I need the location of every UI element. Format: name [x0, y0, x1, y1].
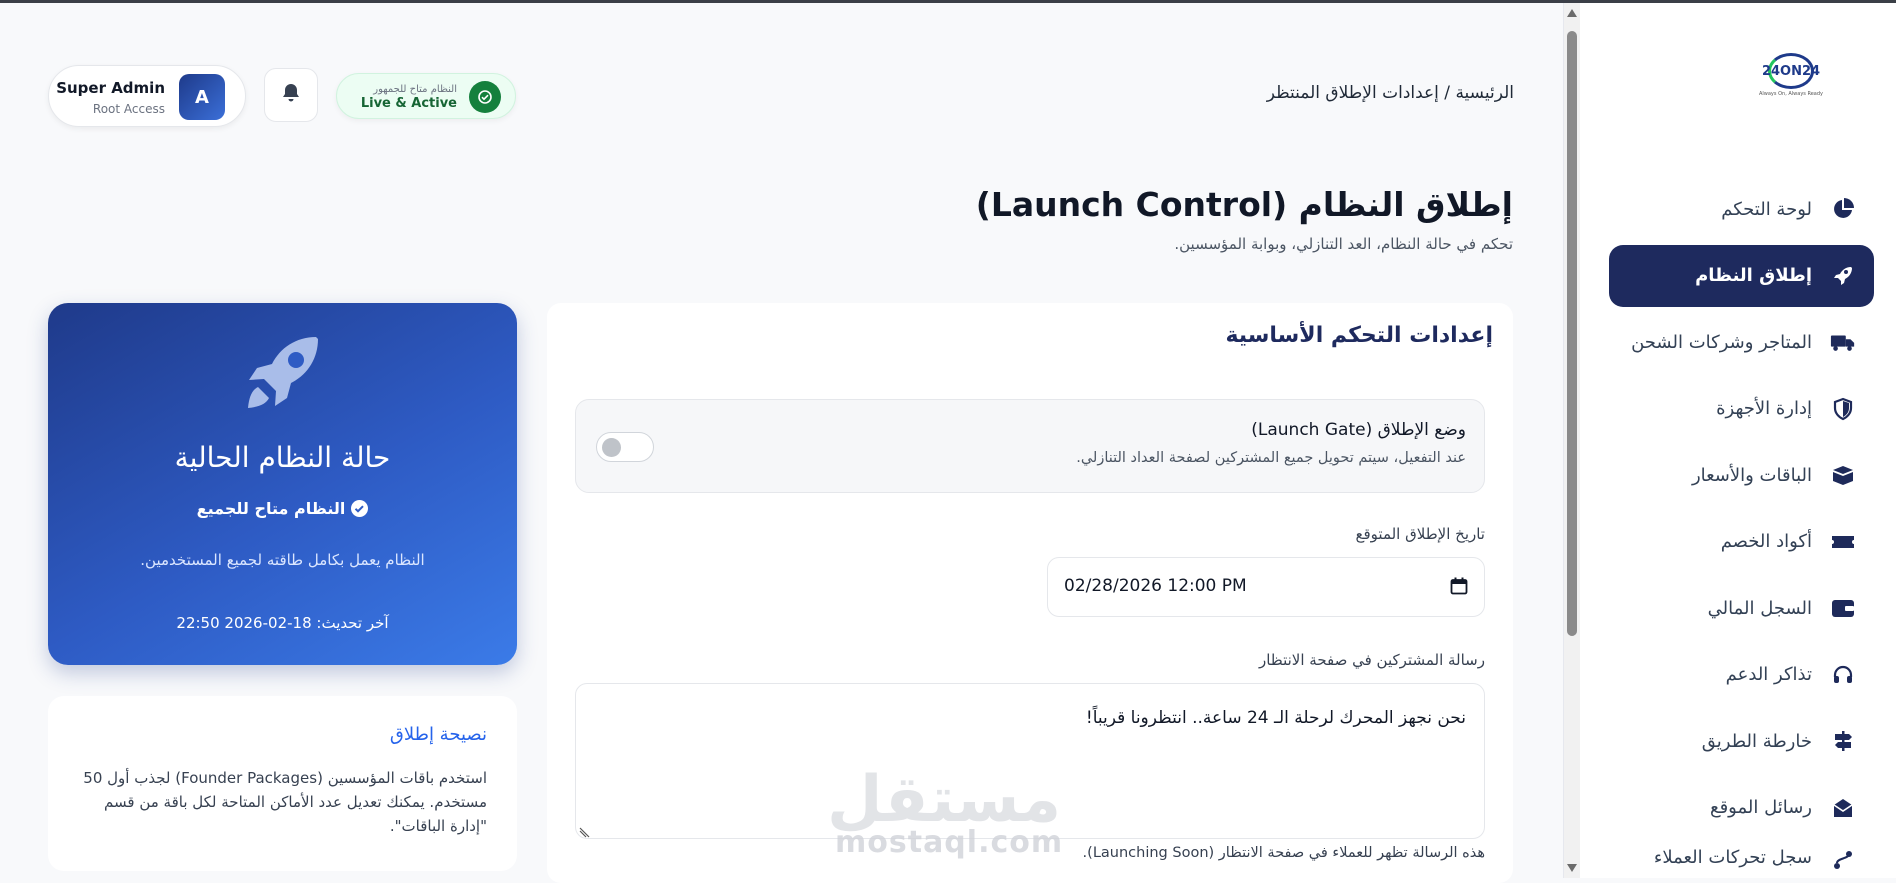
sidebar-item-finance[interactable]: السجل المالي	[1609, 577, 1874, 639]
sidebar-item-label: سجل تحركات العملاء	[1653, 847, 1812, 868]
sidebar-item-label: إطلاق النظام	[1695, 265, 1812, 286]
user-name: Super Admin	[56, 79, 165, 97]
logo[interactable]: 24ON24 Always On, Always Ready	[1756, 53, 1826, 108]
page-title: إطلاق النظام (Launch Control)	[975, 185, 1513, 224]
signpost-icon	[1830, 728, 1856, 754]
route-icon	[1830, 847, 1856, 873]
launch-date-value: 02/28/2026 12:00 PM	[1064, 576, 1247, 596]
shield-icon	[1830, 396, 1856, 422]
sidebar-item-roadmap[interactable]: خارطة الطريق	[1609, 710, 1874, 772]
waiting-message-hint: هذه الرسالة تظهر للعملاء في صفحة الانتظا…	[1082, 845, 1485, 861]
launch-date-label: تاريخ الإطلاق المتوقع	[1355, 525, 1485, 543]
sidebar-item-dashboard[interactable]: لوحة التحكم	[1609, 178, 1874, 240]
status-caption: النظام متاح للجمهور	[373, 84, 457, 95]
user-role: Root Access	[92, 102, 165, 116]
watermark-url: mostaql.com	[835, 825, 1064, 860]
headset-icon	[1830, 662, 1856, 688]
sidebar-item-label: رسائل الموقع	[1710, 797, 1812, 818]
envelope-icon	[1830, 795, 1856, 821]
settings-card-title: إعدادات التحكم الأساسية	[1225, 323, 1493, 348]
page-scrollbar[interactable]	[1564, 3, 1580, 878]
calendar-icon[interactable]	[1450, 577, 1468, 595]
app-root: 24ON24 Always On, Always Ready لوحة التح…	[0, 3, 1896, 883]
rocket-icon	[1830, 263, 1856, 289]
breadcrumb[interactable]: الرئيسية / إعدادات الإطلاق المنتظر	[1267, 83, 1514, 103]
resize-grip-icon[interactable]	[578, 824, 590, 838]
sidebar-item-label: أكواد الخصم	[1720, 531, 1812, 552]
sidebar-item-packages[interactable]: الباقات والأسعار	[1609, 444, 1874, 506]
logo-text: 24ON24	[1761, 63, 1821, 79]
sidebar-item-label: تذاكر الدعم	[1725, 664, 1812, 685]
sidebar-item-messages[interactable]: رسائل الموقع	[1609, 777, 1874, 839]
launch-tip-text: استخدم باقات المؤسسين (Founder Packages)…	[83, 769, 487, 835]
wallet-icon	[1830, 595, 1856, 621]
sidebar-item-launch[interactable]: إطلاق النظام	[1609, 244, 1874, 307]
status-card-updated: آخر تحديث: 18-02-2026 22:50	[176, 614, 389, 632]
sidebar-item-label: السجل المالي	[1707, 597, 1812, 619]
status-card-title: حالة النظام الحالية	[174, 441, 391, 474]
sidebar-item-label: لوحة التحكم	[1721, 198, 1812, 220]
launch-tip-title: نصيحة إطلاق	[389, 724, 487, 745]
settings-card: إعدادات التحكم الأساسية وضع الإطلاق (Lau…	[547, 303, 1513, 883]
pie-chart-icon	[1830, 196, 1856, 222]
ticket-icon	[1830, 529, 1856, 555]
status-card-description: النظام يعمل بكامل طاقته لجميع المستخدمين…	[140, 551, 425, 569]
sidebar-item-activity[interactable]: سجل تحركات العملاء	[1609, 843, 1874, 873]
launch-gate-title: وضع الإطلاق (Launch Gate)	[1251, 420, 1466, 440]
logo-tagline: Always On, Always Ready	[1758, 91, 1824, 97]
launch-gate-description: عند التفعيل، سيتم تحويل جميع المشتركين ل…	[1076, 450, 1466, 466]
sidebar-item-label: المتاجر وشركات الشحن	[1631, 331, 1812, 353]
scroll-down-arrow-icon[interactable]	[1567, 864, 1577, 872]
avatar: A	[179, 74, 225, 120]
sidebar-item-devices[interactable]: إدارة الأجهزة	[1609, 378, 1874, 440]
sidebar-item-label: إدارة الأجهزة	[1716, 398, 1812, 419]
sidebar-nav: لوحة التحكم إطلاق النظام المتاجر وشركات …	[1609, 178, 1874, 878]
status-label: Live & Active	[360, 96, 457, 111]
sidebar: 24ON24 Always On, Always Ready لوحة التح…	[1563, 3, 1896, 878]
rocket-icon	[248, 337, 318, 408]
user-menu[interactable]: A Super Admin Root Access	[48, 65, 246, 127]
waiting-message-label: رسالة المشتركين في صفحة الانتظار	[1258, 651, 1485, 669]
bell-icon	[282, 83, 300, 107]
sidebar-item-label: خارطة الطريق	[1701, 730, 1812, 752]
truck-icon	[1830, 329, 1856, 355]
box-icon	[1830, 462, 1856, 488]
scroll-up-arrow-icon[interactable]	[1567, 9, 1577, 17]
notifications-button[interactable]	[264, 68, 318, 122]
status-card-state-label: النظام متاح للجميع	[196, 499, 346, 518]
status-card-state: النظام متاح للجميع	[48, 499, 517, 518]
logo-mark: 24ON24	[1762, 53, 1820, 89]
scroll-thumb[interactable]	[1567, 31, 1577, 636]
sidebar-item-coupons[interactable]: أكواد الخصم	[1609, 511, 1874, 573]
waiting-message-value: نحن نجهز المحرك لرحلة الـ 24 ساعة.. انتظ…	[1085, 708, 1466, 728]
sidebar-item-support[interactable]: تذاكر الدعم	[1609, 644, 1874, 706]
system-status-card: حالة النظام الحالية النظام متاح للجميع ا…	[48, 303, 517, 665]
launch-tip-card: نصيحة إطلاق استخدم باقات المؤسسين (Found…	[48, 696, 517, 871]
page-subtitle: تحكم في حالة النظام، العد التنازلي، وبوا…	[1174, 235, 1513, 253]
check-circle-icon	[351, 500, 369, 517]
sidebar-item-stores[interactable]: المتاجر وشركات الشحن	[1609, 311, 1874, 373]
system-status-badge: النظام متاح للجمهور Live & Active	[336, 73, 516, 119]
sidebar-item-label: الباقات والأسعار	[1691, 464, 1812, 486]
check-circle-icon	[469, 81, 501, 113]
launch-gate-panel: وضع الإطلاق (Launch Gate) عند التفعيل، س…	[575, 399, 1485, 493]
toggle-knob	[602, 438, 621, 457]
launch-gate-toggle[interactable]	[596, 432, 654, 462]
launch-date-input[interactable]: 02/28/2026 12:00 PM	[1047, 557, 1485, 617]
